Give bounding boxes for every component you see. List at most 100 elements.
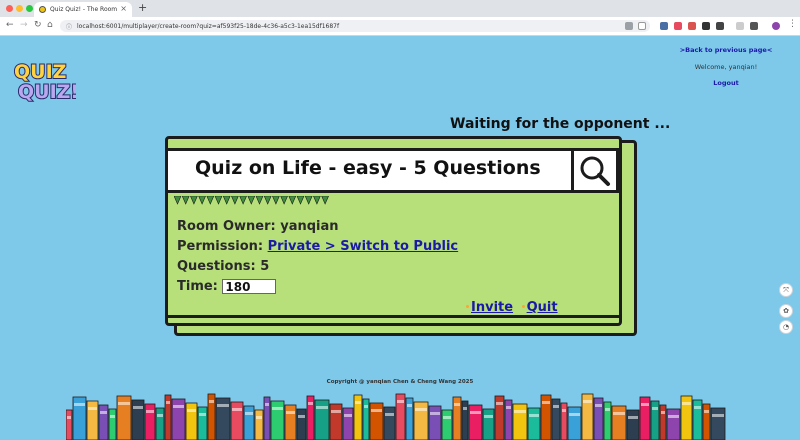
- triangle-decoration: [181, 196, 190, 205]
- back-to-previous-link[interactable]: >Back to previous page<: [666, 46, 786, 54]
- triangle-decoration: [321, 196, 329, 205]
- book-band-decoration: [272, 407, 283, 410]
- book-band-decoration: [256, 416, 262, 419]
- url-field[interactable]: ⓘ localhost:6001/multiplayer/create-room…: [60, 20, 650, 32]
- back-arrow-icon[interactable]: ←: [6, 20, 14, 30]
- menu-kebab-icon[interactable]: ⋮: [788, 19, 797, 29]
- side-tool-icon[interactable]: ◔: [779, 320, 793, 334]
- book-decoration: [98, 404, 109, 440]
- waiting-status: Waiting for the opponent ...: [450, 116, 671, 132]
- book-band-decoration: [506, 406, 511, 409]
- book-band-decoration: [67, 416, 71, 419]
- book-band-decoration: [74, 403, 85, 406]
- extension-icon[interactable]: [736, 22, 744, 30]
- triangle-decoration: [190, 196, 198, 205]
- forward-arrow-icon[interactable]: →: [20, 20, 28, 30]
- book-band-decoration: [217, 404, 229, 407]
- side-tool-icon[interactable]: ✿: [779, 304, 793, 318]
- book-decoration: [527, 407, 541, 440]
- book-decoration: [185, 402, 198, 440]
- reload-icon[interactable]: ↻: [34, 20, 42, 30]
- extension-icon[interactable]: [716, 22, 724, 30]
- book-decoration: [461, 400, 469, 440]
- book-decoration: [197, 406, 208, 440]
- book-band-decoration: [133, 406, 143, 409]
- permission-label: Permission:: [177, 239, 264, 254]
- logout-link[interactable]: Logout: [666, 79, 786, 87]
- url-text: localhost:6001/multiplayer/create-room?q…: [77, 22, 340, 30]
- book-band-decoration: [298, 415, 305, 418]
- search-button[interactable]: [571, 148, 619, 193]
- room-owner-value: yanqian: [280, 219, 339, 234]
- book-band-decoration: [88, 407, 97, 410]
- book-band-decoration: [245, 412, 253, 415]
- browser-tab[interactable]: Quiz Quiz! - The Room ×: [34, 2, 132, 17]
- book-band-decoration: [407, 404, 412, 407]
- triangle-decoration: [255, 196, 264, 205]
- invite-link[interactable]: Invite: [471, 300, 513, 315]
- maximize-window-dot[interactable]: [26, 5, 33, 12]
- triangle-decoration: [247, 196, 256, 205]
- switch-permission-link[interactable]: Private > Switch to Public: [268, 239, 459, 254]
- book-band-decoration: [344, 414, 352, 417]
- questions-label: Questions:: [177, 259, 256, 274]
- favicon-icon: [39, 6, 46, 13]
- room-info: Room Owner: yanqian Permission: Private …: [177, 217, 458, 297]
- bullet-dot: [466, 305, 469, 308]
- questions-count: 5: [260, 259, 270, 274]
- home-icon[interactable]: ⌂: [47, 20, 53, 30]
- extension-icon[interactable]: [660, 22, 668, 30]
- book-decoration: [108, 408, 117, 440]
- book-band-decoration: [265, 403, 269, 406]
- book-band-decoration: [110, 415, 115, 418]
- book-decoration: [626, 409, 640, 440]
- book-decoration: [512, 403, 528, 440]
- book-decoration: [702, 403, 711, 440]
- book-band-decoration: [331, 410, 341, 413]
- room-owner-label: Room Owner:: [177, 219, 276, 234]
- triangle-decoration: [313, 196, 321, 205]
- extension-icon[interactable]: [674, 22, 682, 30]
- book-decoration: [155, 407, 165, 440]
- bookmark-star-icon[interactable]: [638, 22, 646, 30]
- new-tab-button[interactable]: +: [138, 1, 147, 14]
- book-band-decoration: [146, 410, 154, 413]
- book-band-decoration: [583, 400, 592, 403]
- time-row: Time: 180: [177, 277, 458, 297]
- quiz-title: Quiz on Life - easy - 5 Questions: [195, 157, 541, 179]
- browser-tab-bar: Quiz Quiz! - The Room × +: [0, 0, 800, 17]
- book-band-decoration: [595, 404, 602, 407]
- book-band-decoration: [232, 408, 242, 411]
- book-decoration: [428, 405, 442, 440]
- book-band-decoration: [613, 412, 625, 415]
- questions-row: Questions: 5: [177, 257, 458, 277]
- side-tool-icon[interactable]: ⤧: [779, 283, 793, 297]
- book-band-decoration: [173, 405, 184, 408]
- extension-icon[interactable]: [702, 22, 710, 30]
- minimize-window-dot[interactable]: [16, 5, 23, 12]
- close-tab-icon[interactable]: ×: [120, 4, 127, 13]
- site-info-icon[interactable]: ⓘ: [66, 22, 72, 31]
- time-input[interactable]: 180: [222, 279, 277, 294]
- book-band-decoration: [187, 409, 196, 412]
- book-band-decoration: [286, 411, 295, 414]
- close-window-dot[interactable]: [6, 5, 13, 12]
- book-band-decoration: [562, 409, 566, 412]
- search-icon: [580, 156, 610, 186]
- triangle-decoration: [239, 196, 247, 205]
- quit-link[interactable]: Quit: [527, 300, 558, 315]
- book-band-decoration: [641, 403, 649, 406]
- profile-avatar-icon[interactable]: [772, 22, 780, 30]
- book-band-decoration: [668, 415, 679, 418]
- translate-icon[interactable]: [625, 22, 633, 30]
- book-band-decoration: [496, 402, 503, 405]
- book-decoration: [468, 404, 483, 440]
- page-content: QUIZ QUIZ! >Back to previous page< Welco…: [0, 36, 800, 440]
- room-actions: Invite Quit: [466, 300, 558, 315]
- puzzle-icon[interactable]: [750, 22, 758, 30]
- book-band-decoration: [514, 410, 526, 413]
- extension-icon[interactable]: [688, 22, 696, 30]
- book-band-decoration: [661, 411, 665, 414]
- welcome-text: Welcome, yanqian!: [694, 63, 758, 71]
- quiz-quiz-logo[interactable]: QUIZ QUIZ!: [12, 58, 76, 102]
